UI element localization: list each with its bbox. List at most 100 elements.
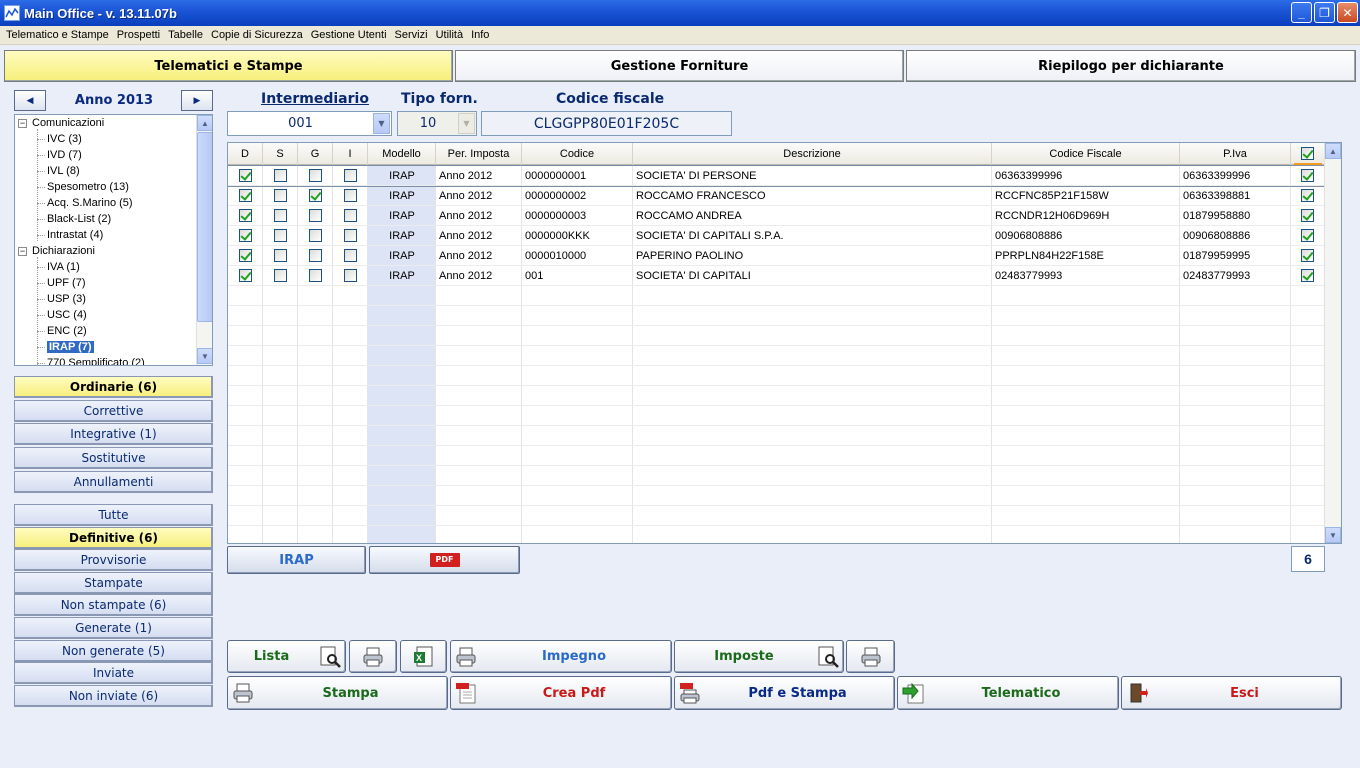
collapse-icon[interactable]: − [18,247,27,256]
table-row[interactable]: IRAP Anno 2012 0000000002 ROCCAMO FRANCESCO… [228,186,1325,206]
tree-item[interactable]: Spesometro (13) [47,179,129,195]
checkbox-s[interactable] [274,269,287,282]
menu-servizi[interactable]: Servizi [391,29,432,41]
menu-telematico[interactable]: Telematico e Stampe [2,29,113,41]
tree-item[interactable]: ENC (2) [47,323,87,339]
table-row[interactable] [228,466,1325,486]
row-select-checkbox[interactable] [1301,189,1314,202]
table-row[interactable] [228,286,1325,306]
row-select-checkbox[interactable] [1301,229,1314,242]
tab-telematici[interactable]: Telematici e Stampe [4,50,453,82]
table-row[interactable] [228,346,1325,366]
row-select-checkbox[interactable] [1301,169,1314,182]
minimize-icon[interactable]: _ [1291,2,1312,23]
filter-inviate[interactable]: Inviate [14,662,213,684]
tree-scrollbar[interactable]: ▲ ▼ [196,115,212,365]
checkbox-d[interactable] [239,189,252,202]
scroll-up-icon[interactable]: ▲ [197,115,212,131]
filter-generate[interactable]: Generate (1) [14,617,213,639]
irap-button[interactable]: IRAP [227,546,366,574]
checkbox-i[interactable] [344,249,357,262]
menu-copie[interactable]: Copie di Sicurezza [207,29,307,41]
col-modello[interactable]: Modello [368,143,436,165]
imposte-button[interactable]: Imposte [674,640,844,673]
chevron-down-icon[interactable]: ▼ [373,113,390,134]
col-codice-fiscale[interactable]: Codice Fiscale [992,143,1180,165]
checkbox-i[interactable] [344,189,357,202]
filter-correttive[interactable]: Correttive [14,400,213,422]
tab-gestione-forniture[interactable]: Gestione Forniture [455,50,904,82]
tree-item[interactable]: IVD (7) [47,147,82,163]
menu-tabelle[interactable]: Tabelle [164,29,207,41]
lista-button[interactable]: Lista [227,640,346,673]
tab-riepilogo[interactable]: Riepilogo per dichiarante [906,50,1356,82]
checkbox-g[interactable] [309,249,322,262]
table-row[interactable] [228,506,1325,526]
tree-item[interactable]: UPF (7) [47,275,86,291]
esci-button[interactable]: Esci [1121,676,1342,710]
col-i[interactable]: I [333,143,368,165]
checkbox-d[interactable] [239,269,252,282]
filter-provvisorie[interactable]: Provvisorie [14,549,213,571]
checkbox-i[interactable] [344,229,357,242]
menu-prospetti[interactable]: Prospetti [113,29,164,41]
print-list-button[interactable] [349,640,397,673]
checkbox-d[interactable] [239,229,252,242]
grid-scrollbar[interactable]: ▲ ▼ [1324,143,1341,543]
checkbox-s[interactable] [274,249,287,262]
row-select-checkbox[interactable] [1301,249,1314,262]
checkbox-s[interactable] [274,189,287,202]
filter-stampate[interactable]: Stampate [14,572,213,594]
checkbox-i[interactable] [344,169,357,182]
declarations-grid[interactable]: D S G I Modello Per. Imposta Codice Desc… [227,142,1342,544]
checkbox-i[interactable] [344,209,357,222]
pdf-e-stampa-button[interactable]: Pdf e Stampa [674,676,895,710]
select-all-checkbox[interactable] [1301,147,1314,160]
filter-non-generate[interactable]: Non generate (5) [14,640,213,662]
checkbox-i[interactable] [344,269,357,282]
checkbox-d[interactable] [239,169,252,182]
scroll-thumb[interactable] [197,132,212,322]
menu-info[interactable]: Info [467,29,493,41]
table-row[interactable] [228,366,1325,386]
checkbox-g[interactable] [309,189,322,202]
col-codice[interactable]: Codice [522,143,633,165]
checkbox-g[interactable] [309,229,322,242]
checkbox-s[interactable] [274,209,287,222]
telematico-button[interactable]: Telematico [897,676,1119,710]
col-d[interactable]: D [228,143,263,165]
checkbox-d[interactable] [239,209,252,222]
col-s[interactable]: S [263,143,298,165]
col-g[interactable]: G [298,143,333,165]
checkbox-s[interactable] [274,169,287,182]
tree-item[interactable]: Intrastat (4) [47,227,103,243]
filter-annullamenti[interactable]: Annullamenti [14,471,213,493]
crea-pdf-button[interactable]: Crea Pdf [450,676,672,710]
scroll-up-icon[interactable]: ▲ [1325,143,1341,159]
table-row[interactable] [228,486,1325,506]
print-imposte-button[interactable] [846,640,895,673]
tree-item[interactable]: 770 Semplificato (2) [47,355,145,365]
checkbox-s[interactable] [274,229,287,242]
tree-group-comunicazioni[interactable]: Comunicazioni [32,115,104,131]
next-year-button[interactable]: ▶ [181,90,213,111]
row-select-checkbox[interactable] [1301,209,1314,222]
close-icon[interactable]: ✕ [1337,2,1358,23]
col-descrizione[interactable]: Descrizione [633,143,992,165]
category-tree[interactable]: − Comunicazioni IVC (3) IVD (7) IVL (8) … [14,114,213,366]
col-select-all[interactable] [1291,143,1325,165]
col-periodo[interactable]: Per. Imposta [436,143,522,165]
scroll-down-icon[interactable]: ▼ [1325,527,1341,543]
pdf-preview-button[interactable]: PDF [369,546,520,574]
filter-sostitutive[interactable]: Sostitutive [14,447,213,469]
tree-item[interactable]: Acq. S.Marino (5) [47,195,133,211]
filter-non-inviate[interactable]: Non inviate (6) [14,685,213,707]
tree-item-selected[interactable]: IRAP (7) [47,339,94,355]
table-row[interactable]: IRAP Anno 2012 0000000001 SOCIETA' DI PERSO… [228,165,1326,187]
menu-utenti[interactable]: Gestione Utenti [307,29,391,41]
checkbox-d[interactable] [239,249,252,262]
menu-utilita[interactable]: Utilità [432,29,468,41]
checkbox-g[interactable] [309,169,322,182]
table-row[interactable] [228,386,1325,406]
table-row[interactable] [228,326,1325,346]
